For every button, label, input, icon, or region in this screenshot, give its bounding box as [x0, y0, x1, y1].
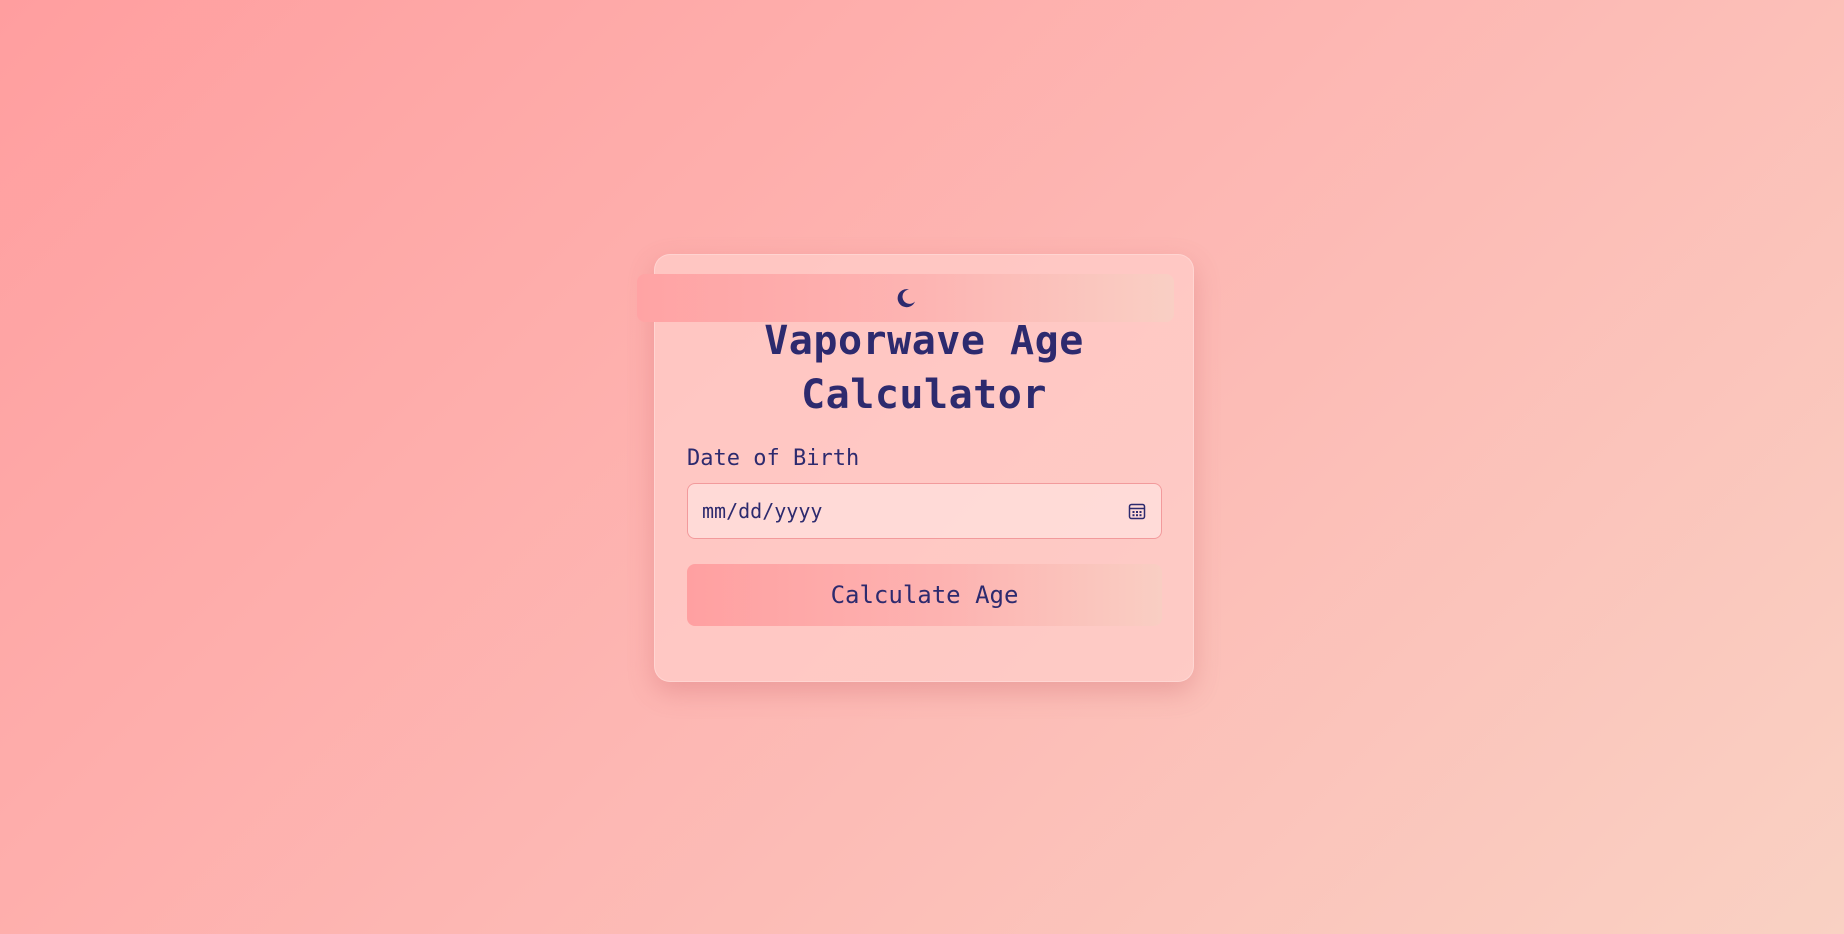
date-placeholder: mm/dd/yyyy [702, 499, 823, 523]
date-of-birth-label: Date of Birth [687, 446, 860, 471]
page-title: Vaporwave Age Calculator [764, 318, 1084, 418]
moon-icon [897, 289, 915, 308]
calendar-icon[interactable] [1127, 501, 1147, 521]
date-of-birth-input[interactable]: mm/dd/yyyy [687, 483, 1162, 539]
calculate-age-button[interactable]: Calculate Age [687, 564, 1162, 626]
